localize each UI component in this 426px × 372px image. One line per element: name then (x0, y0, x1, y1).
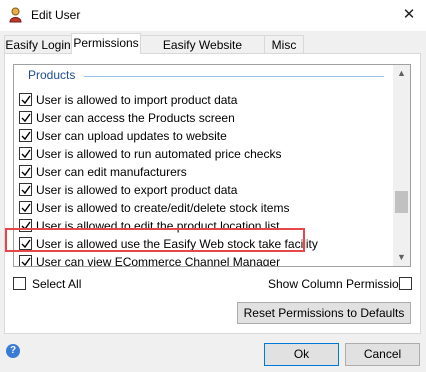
checkbox[interactable] (19, 93, 32, 106)
scroll-thumb[interactable] (395, 191, 408, 213)
list-item-label: User is allowed to export product data (36, 183, 238, 197)
vertical-scrollbar[interactable]: ▲ ▼ (393, 65, 410, 266)
user-icon (9, 7, 22, 23)
list-item[interactable]: User can view ECommerce Channel Manager (19, 253, 389, 267)
checkbox[interactable] (19, 183, 32, 196)
list-item-label: User can access the Products screen (36, 111, 235, 125)
checkbox[interactable] (19, 165, 32, 178)
tab-easify-website-account[interactable]: Easify Website Account (140, 35, 265, 70)
select-all-checkbox[interactable] (13, 277, 26, 290)
checkbox[interactable] (19, 111, 32, 124)
list-item-label: User can edit manufacturers (36, 165, 187, 179)
group-divider (84, 76, 384, 77)
list-item-label: User is allowed to import product data (36, 93, 238, 107)
list-item[interactable]: User is allowed to export product data (19, 181, 389, 199)
help-icon[interactable]: ? (6, 344, 20, 358)
checkbox[interactable] (19, 129, 32, 142)
tab-misc[interactable]: Misc (264, 35, 304, 53)
window-title: Edit User (31, 8, 81, 22)
list-item-label: User is allowed to create/edit/delete st… (36, 201, 290, 215)
checkbox[interactable] (19, 201, 32, 214)
checkbox[interactable] (19, 147, 32, 160)
reset-permissions-button[interactable]: Reset Permissions to Defaults (237, 302, 411, 324)
tab-permissions[interactable]: Permissions (71, 33, 141, 54)
list-item[interactable]: User can edit manufacturers (19, 163, 389, 181)
show-column-permissions-checkbox[interactable] (399, 277, 412, 290)
list-item[interactable]: User can access the Products screen (19, 109, 389, 127)
scroll-down-icon[interactable]: ▼ (393, 249, 410, 266)
scroll-up-icon[interactable]: ▲ (393, 65, 410, 82)
list-item[interactable]: User is allowed to run automated price c… (19, 145, 389, 163)
show-column-permissions-label: Show Column Permissions (268, 277, 412, 291)
list-item[interactable]: User is allowed to create/edit/delete st… (19, 199, 389, 217)
group-title: Products (28, 68, 76, 82)
ok-button[interactable]: Ok (264, 343, 339, 366)
list-item[interactable]: User is allowed to import product data (19, 91, 389, 109)
tab-easify-login[interactable]: Easify Login (4, 35, 72, 53)
list-item-label: User can upload updates to website (36, 129, 227, 143)
list-item-label: User is allowed to run automated price c… (36, 147, 282, 161)
select-all-label: Select All (32, 277, 82, 291)
list-item[interactable]: User can upload updates to website (19, 127, 389, 145)
list-item-label: User can view ECommerce Channel Manager (36, 255, 281, 267)
highlight-box (5, 228, 305, 252)
checkbox[interactable] (19, 255, 32, 266)
close-icon[interactable]: ✕ (397, 4, 421, 26)
cancel-button[interactable]: Cancel (345, 343, 420, 366)
title-bar: Edit User ✕ (0, 0, 426, 31)
